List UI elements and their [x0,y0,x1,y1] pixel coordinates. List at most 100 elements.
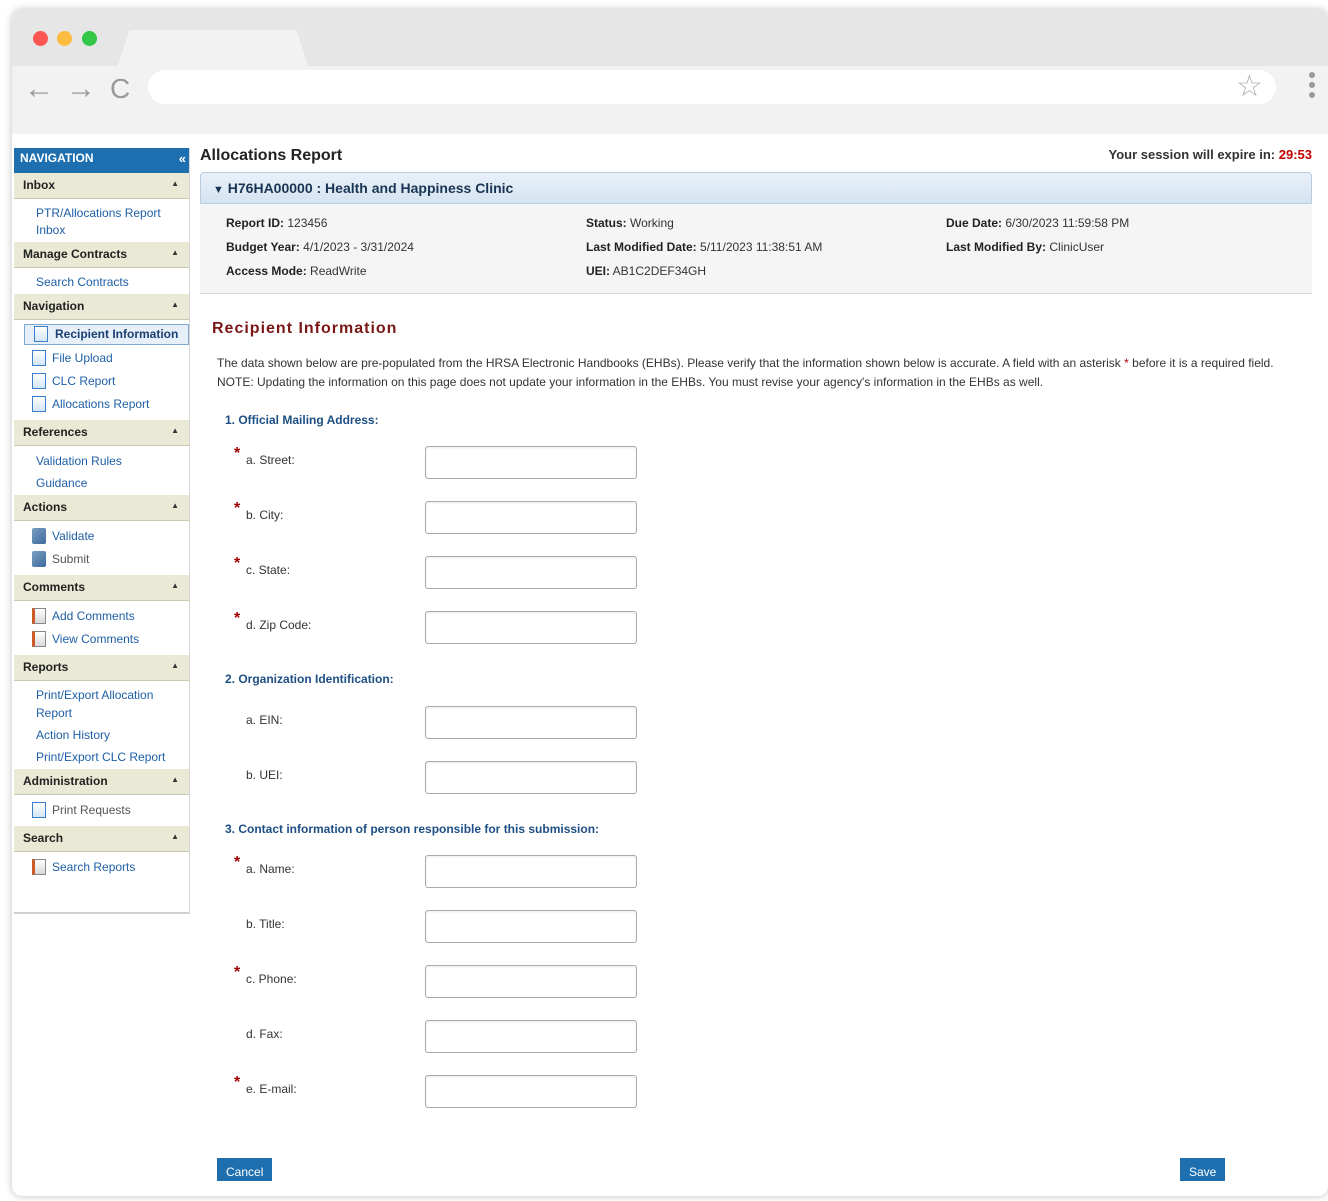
document-icon [32,373,46,389]
admin-print-requests[interactable]: Print Requests [32,801,185,820]
section-comments[interactable]: Comments ▲ [14,575,189,601]
minimize-window-button[interactable] [57,31,72,46]
collapse-arrow-icon[interactable]: ▲ [171,832,179,841]
save-button[interactable]: Save [1180,1158,1226,1181]
name-label: a. Name: [246,862,295,876]
browser-tab[interactable] [118,30,308,66]
collapse-arrow-icon[interactable]: ▲ [171,775,179,784]
search-label[interactable]: Search Reports [52,858,185,877]
nav-item-label[interactable]: Allocations Report [52,395,185,414]
document-icon [32,350,46,366]
browser-menu-icon[interactable] [1309,72,1315,102]
sidebar-header-label: NAVIGATION [20,151,94,165]
title-input[interactable] [425,910,637,943]
detail-status: Status: Working [586,216,674,230]
section-title: Actions [23,500,68,514]
action-label[interactable]: Submit [52,550,185,569]
required-asterisk-icon: * [234,500,241,517]
action-validate[interactable]: Validate [32,527,185,546]
city-input[interactable] [425,501,637,534]
state-input[interactable] [425,556,637,589]
nav-item-label[interactable]: File Upload [52,349,185,368]
nav-item-allocations-report[interactable]: Allocations Report [32,395,185,414]
close-window-button[interactable] [33,31,48,46]
fax-label: d. Fax: [246,1027,283,1041]
required-asterisk-icon: * [234,445,241,462]
required-asterisk-icon: * [234,1074,241,1091]
section-title: Manage Contracts [23,247,128,261]
document-icon [32,802,46,818]
link-print-export-allocation[interactable]: Print/Export Allocation [36,686,185,705]
section-reports[interactable]: Reports ▲ [14,655,189,681]
browser-window: ← → C ☆ NAVIGATION « Inbox ▲ PTR/Allocati… [12,10,1328,1196]
comment-label[interactable]: View Comments [52,630,185,649]
address-bar[interactable] [148,70,1276,104]
reload-icon[interactable]: C [110,74,130,104]
comment-label[interactable]: Add Comments [52,607,185,626]
nav-item-clc-report[interactable]: CLC Report [32,372,185,391]
ein-input[interactable] [425,706,637,739]
zip-code-input[interactable] [425,611,637,644]
section-search[interactable]: Search ▲ [14,826,189,852]
link-print-export-allocation-report[interactable]: Report [36,704,185,723]
session-label: Your session will expire in: [1108,147,1276,162]
nav-item-label[interactable]: Recipient Information [55,325,188,344]
bookmarks-bar [12,110,1328,134]
comment-add[interactable]: Add Comments [32,607,185,626]
link-validation-rules[interactable]: Validation Rules [36,452,185,471]
link-guidance[interactable]: Guidance [36,474,185,493]
expand-triangle-icon[interactable]: ▼ [213,184,224,196]
collapse-sidebar-icon[interactable]: « [179,151,186,166]
nav-item-recipient-information[interactable]: Recipient Information [24,324,189,345]
required-asterisk-icon: * [1124,356,1129,370]
link-action-history[interactable]: Action History [36,726,185,745]
comment-view[interactable]: View Comments [32,630,185,649]
collapse-arrow-icon[interactable]: ▲ [171,501,179,510]
collapse-arrow-icon[interactable]: ▲ [171,426,179,435]
detail-last-modified-by: Last Modified By: ClinicUser [946,240,1105,254]
email-input[interactable] [425,1075,637,1108]
section-navigation[interactable]: Navigation ▲ [14,294,189,320]
maximize-window-button[interactable] [82,31,97,46]
email-label: e. E-mail: [246,1082,297,1096]
action-submit[interactable]: Submit [32,550,185,569]
link-search-contracts[interactable]: Search Contracts [36,273,185,292]
link-print-export-clc-report[interactable]: Print/Export CLC Report [36,748,185,767]
collapse-arrow-icon[interactable]: ▲ [171,179,179,188]
collapse-arrow-icon[interactable]: ▲ [171,300,179,309]
detail-budget-year: Budget Year: 4/1/2023 - 3/31/2024 [226,240,414,254]
cancel-button[interactable]: Cancel [217,1158,273,1181]
section-manage-contracts[interactable]: Manage Contracts ▲ [14,242,189,268]
action-label[interactable]: Validate [52,527,185,546]
collapse-arrow-icon[interactable]: ▲ [171,581,179,590]
street-input[interactable] [425,446,637,479]
nav-item-file-upload[interactable]: File Upload [32,349,185,368]
nav-item-label[interactable]: CLC Report [52,372,185,391]
required-asterisk-icon: * [234,610,241,627]
bookmark-star-icon[interactable]: ☆ [1236,70,1263,104]
back-arrow-icon[interactable]: ← [24,74,54,104]
recipient-information-heading: Recipient Information [212,320,398,337]
forward-arrow-icon[interactable]: → [66,74,96,104]
search-reports[interactable]: Search Reports [32,858,185,877]
section-references[interactable]: References ▲ [14,420,189,446]
uei-input[interactable] [425,761,637,794]
zip-code-label: d. Zip Code: [246,618,312,632]
view-comment-icon [32,631,46,647]
name-input[interactable] [425,855,637,888]
required-asterisk-icon: * [234,555,241,572]
section-administration[interactable]: Administration ▲ [14,769,189,795]
collapse-arrow-icon[interactable]: ▲ [171,661,179,670]
clinic-header[interactable]: ▼ H76HA00000 : Health and Happiness Clin… [200,172,1312,204]
phone-input[interactable] [425,965,637,998]
link-inbox[interactable]: Inbox [36,221,185,240]
section-inbox[interactable]: Inbox ▲ [14,173,189,199]
document-icon [32,396,46,412]
session-timer: Your session will expire in: 29:53 [1108,147,1312,162]
section-title: Reports [23,660,69,674]
section-actions[interactable]: Actions ▲ [14,495,189,521]
collapse-arrow-icon[interactable]: ▲ [171,248,179,257]
required-asterisk-icon: * [234,854,241,871]
fax-input[interactable] [425,1020,637,1053]
admin-label[interactable]: Print Requests [52,801,185,820]
